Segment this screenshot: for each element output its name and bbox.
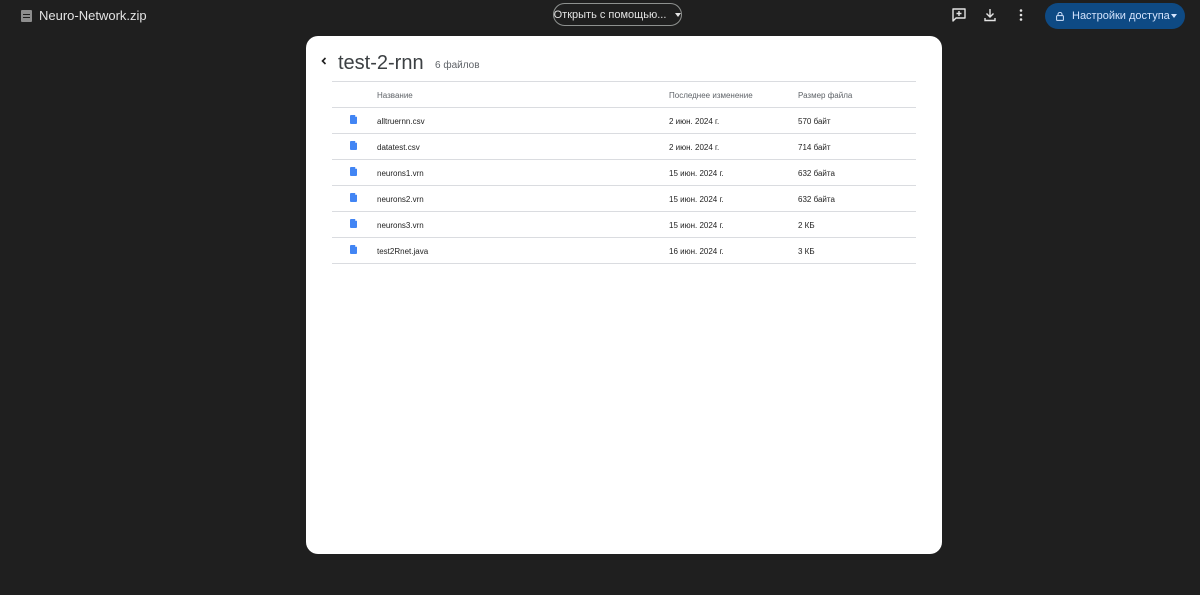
document-icon — [350, 245, 357, 254]
file-modified: 15 июн. 2024 г. — [669, 221, 724, 230]
folder-title: test-2-rnn — [338, 52, 424, 74]
file-table: Название Последнее изменение Размер файл… — [332, 81, 916, 264]
file-name: alltruernn.csv — [377, 117, 425, 126]
lock-icon — [1056, 11, 1064, 21]
file-name: test2Rnet.java — [377, 247, 429, 256]
file-name: neurons1.vrn — [377, 169, 424, 178]
file-modified: 2 июн. 2024 г. — [669, 117, 720, 126]
file-modified: 16 июн. 2024 г. — [669, 247, 724, 256]
column-header-modified[interactable]: Последнее изменение — [669, 91, 753, 100]
file-count: 6 файлов — [435, 60, 480, 71]
file-title: Neuro-Network.zip — [39, 8, 147, 23]
chevron-down-icon — [1171, 14, 1177, 18]
chevron-left-icon — [321, 57, 327, 65]
file-size: 3 КБ — [798, 247, 815, 256]
chevron-down-icon — [675, 12, 682, 17]
download-icon — [984, 9, 996, 22]
archive-panel: test-2-rnn 6 файлов Название Последнее и… — [306, 36, 942, 554]
file-size: 632 байта — [798, 169, 835, 178]
file-name: neurons3.vrn — [377, 221, 424, 230]
document-icon — [350, 219, 357, 228]
file-size: 714 байт — [798, 143, 831, 152]
table-row[interactable]: neurons1.vrn 15 июн. 2024 г. 632 байта — [332, 160, 916, 186]
file-modified: 15 июн. 2024 г. — [669, 169, 724, 178]
file-name: datatest.csv — [377, 143, 420, 152]
table-row[interactable]: neurons2.vrn 15 июн. 2024 г. 632 байта — [332, 186, 916, 212]
table-row[interactable]: neurons3.vrn 15 июн. 2024 г. 2 КБ — [332, 212, 916, 238]
file-name: neurons2.vrn — [377, 195, 424, 204]
column-header-name[interactable]: Название — [377, 91, 413, 100]
file-size: 2 КБ — [798, 221, 815, 230]
open-with-label: Открыть с помощью... — [553, 8, 667, 21]
file-size: 570 байт — [798, 117, 831, 126]
archive-file-icon — [21, 10, 32, 22]
table-row[interactable]: test2Rnet.java 16 июн. 2024 г. 3 КБ — [332, 238, 916, 264]
add-comment-button[interactable] — [950, 6, 968, 24]
table-header: Название Последнее изменение Размер файл… — [332, 81, 916, 108]
add-comment-icon — [952, 8, 966, 22]
table-row[interactable]: alltruernn.csv 2 июн. 2024 г. 570 байт — [332, 108, 916, 134]
document-icon — [350, 141, 357, 150]
file-size: 632 байта — [798, 195, 835, 204]
share-menu-toggle[interactable] — [1163, 3, 1185, 29]
top-bar: Neuro-Network.zip Открыть с помощью... Н… — [0, 0, 1200, 32]
document-icon — [350, 115, 357, 124]
document-icon — [350, 167, 357, 176]
column-header-size[interactable]: Размер файла — [798, 91, 852, 100]
more-vert-icon — [1019, 9, 1023, 21]
open-with-button[interactable]: Открыть с помощью... — [553, 3, 682, 26]
document-icon — [350, 193, 357, 202]
file-modified: 15 июн. 2024 г. — [669, 195, 724, 204]
back-button[interactable] — [318, 55, 330, 67]
more-options-button[interactable] — [1012, 6, 1030, 24]
share-settings-button[interactable]: Настройки доступа — [1045, 3, 1185, 29]
share-settings-label: Настройки доступа — [1072, 10, 1170, 22]
file-modified: 2 июн. 2024 г. — [669, 143, 720, 152]
table-row[interactable]: datatest.csv 2 июн. 2024 г. 714 байт — [332, 134, 916, 160]
download-button[interactable] — [981, 6, 999, 24]
